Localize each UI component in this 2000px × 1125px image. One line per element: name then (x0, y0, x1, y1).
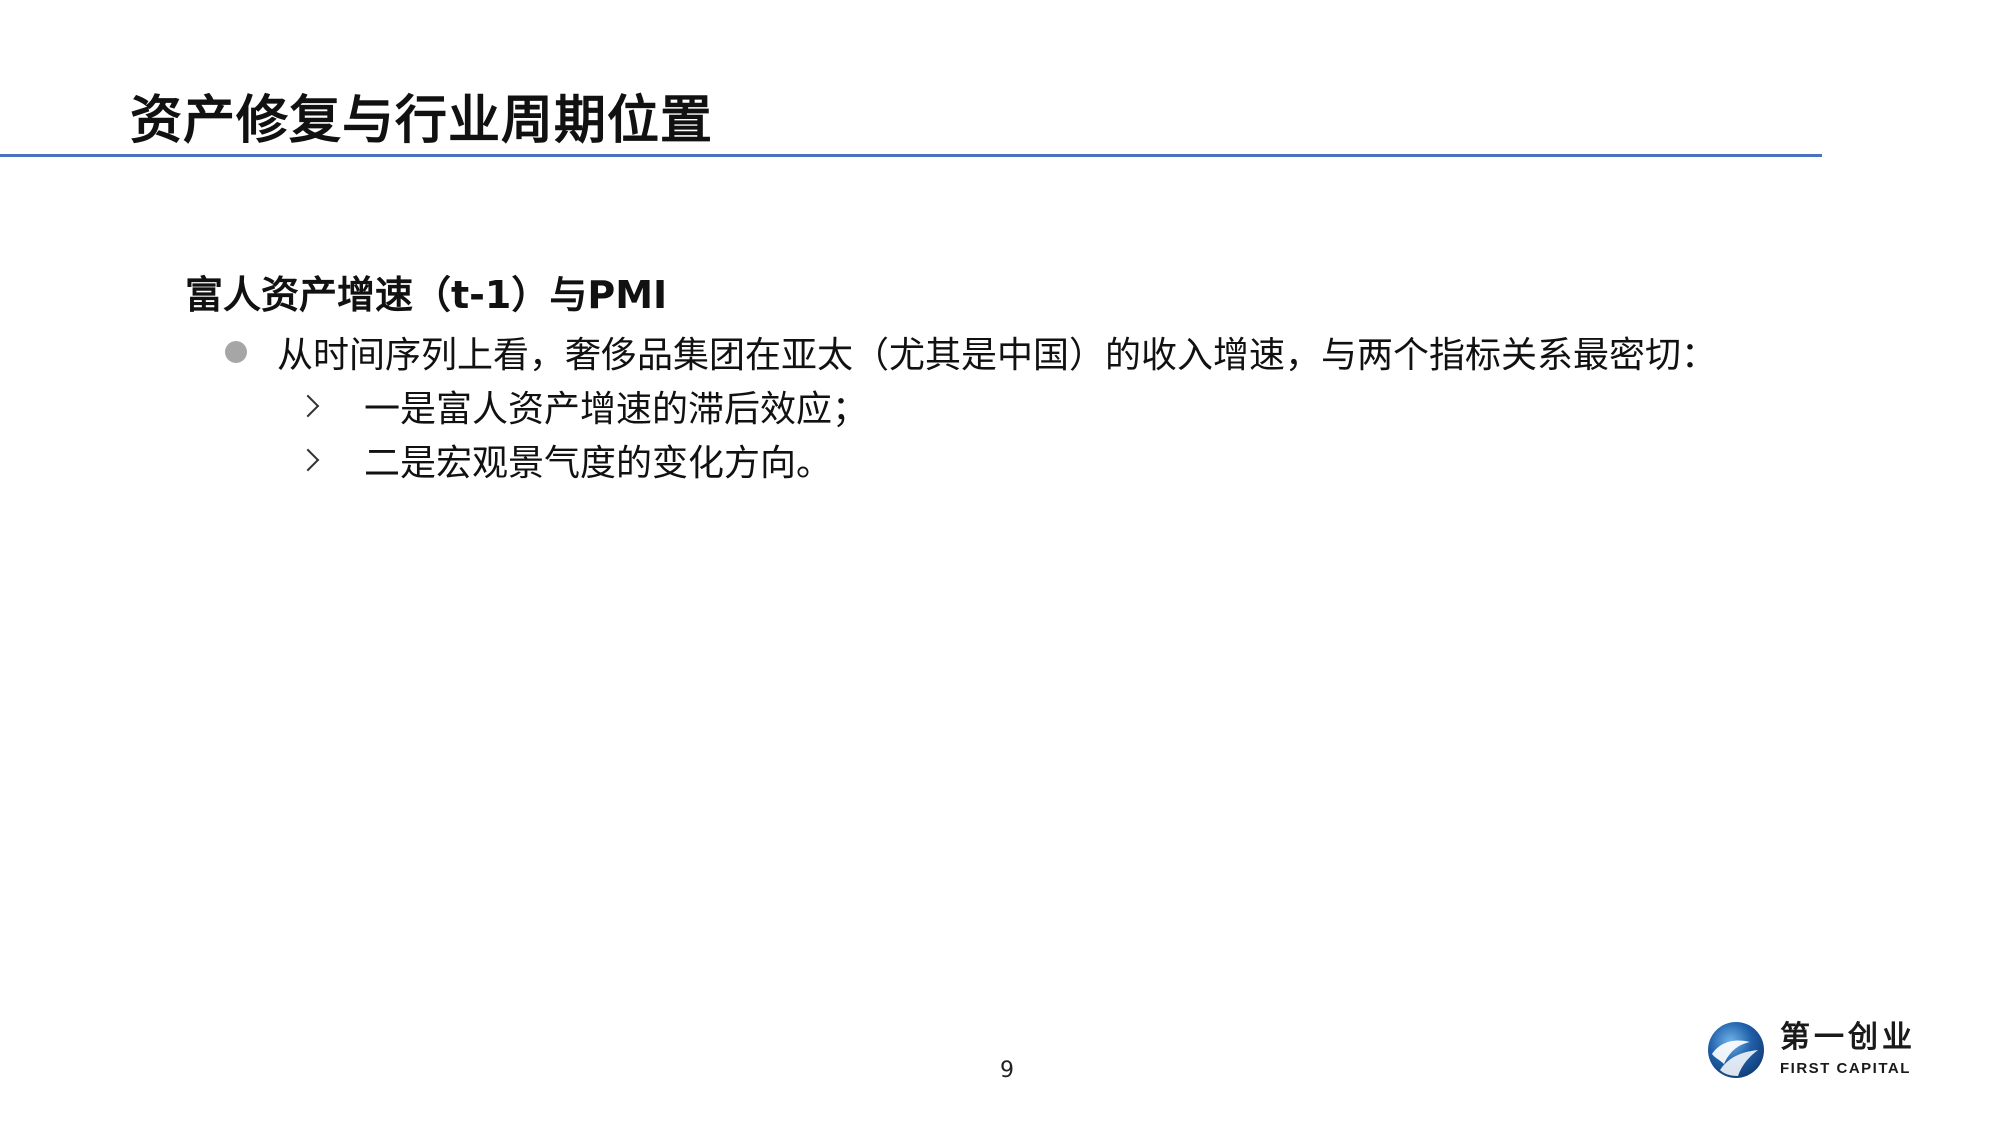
chevron-right-icon (296, 448, 320, 472)
chevron-right-icon (296, 394, 320, 418)
slide-title: 资产修复与行业周期位置 (130, 91, 714, 151)
globe-logo-icon (1708, 1022, 1764, 1078)
sub-bullet-item: 一是富人资产增速的滞后效应； (296, 380, 869, 432)
company-logo: 第一创业 FIRST CAPITAL (1706, 1020, 1916, 1080)
bullet-dot-icon (225, 341, 247, 363)
logo-text: 第一创业 FIRST CAPITAL (1780, 1021, 1916, 1079)
bullet-item: 从时间序列上看，奢侈品集团在亚太（尤其是中国）的收入增速，与两个指标关系最密切： (225, 326, 1717, 378)
section-heading: 富人资产增速（t-1）与PMI (185, 273, 668, 317)
logo-english-name: FIRST CAPITAL (1780, 1060, 1911, 1077)
sub-bullet-text: 二是宏观景气度的变化方向。 (364, 443, 833, 484)
title-divider (0, 154, 1822, 157)
sub-bullet-item: 二是宏观景气度的变化方向。 (296, 434, 833, 486)
logo-chinese-name: 第一创业 (1780, 1020, 1916, 1055)
page-number: 9 (1000, 1058, 1014, 1083)
bullet-text: 从时间序列上看，奢侈品集团在亚太（尤其是中国）的收入增速，与两个指标关系最密切： (277, 335, 1718, 376)
slide: 资产修复与行业周期位置 富人资产增速（t-1）与PMI 从时间序列上看，奢侈品集… (0, 0, 2000, 1125)
sub-bullet-text: 一是富人资产增速的滞后效应； (364, 389, 869, 430)
